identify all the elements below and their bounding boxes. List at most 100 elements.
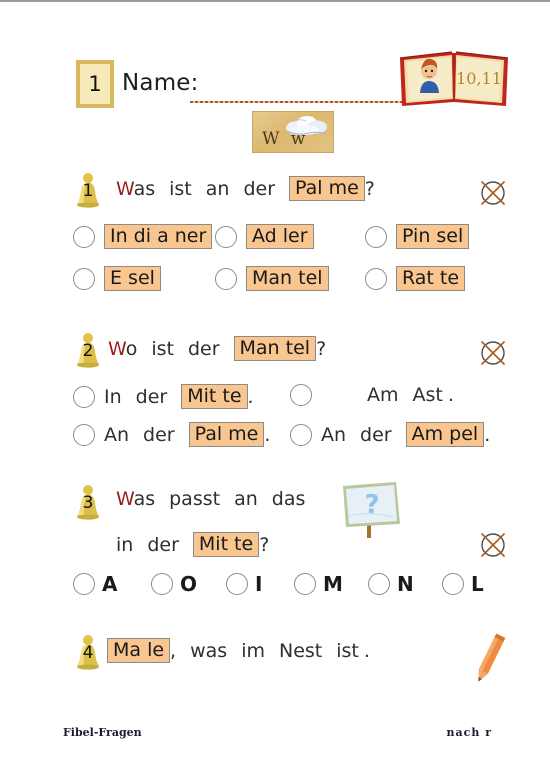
question-4-pencil-icon <box>466 632 512 688</box>
question-2-option-1-0-word-0: An <box>104 423 130 446</box>
question-1-option-1-2-label: Rat te <box>396 266 466 291</box>
question-2-option-0-1[interactable]: Am Ast . <box>290 384 454 406</box>
open-book-illustration: 10,11 <box>396 48 512 110</box>
name-label: Name: <box>122 70 199 96</box>
question-3-letter-option-3-circle[interactable] <box>294 573 316 595</box>
worksheet-header: 1 Name: 10,11 W w <box>0 2 550 153</box>
question-3-letter-option-2[interactable]: I <box>226 572 262 596</box>
question-3-prompt-line-2: in der Mit te ? <box>116 532 269 557</box>
question-3-letter-option-5-circle[interactable] <box>442 573 464 595</box>
question-2-circle-cross-icon[interactable] <box>478 338 508 368</box>
question-2-option-0-1-word-0: Am <box>367 384 399 406</box>
question-2-word-2: der <box>187 337 220 360</box>
question-1-option-0-0-circle[interactable] <box>73 225 95 248</box>
question-1-option-1-0[interactable]: E sel <box>73 266 161 291</box>
letter-card-text: W w <box>262 129 309 149</box>
question-2-option-0-1-word-1: Ast <box>412 384 443 406</box>
question-4-prompt-chip: Ma le <box>107 638 171 663</box>
question-3-line2-word-1: der <box>147 533 179 556</box>
question-3-prompt-end: ? <box>259 533 270 556</box>
name-input-line[interactable] <box>190 101 406 103</box>
question-3-letter-option-4[interactable]: N <box>368 572 414 596</box>
question-3-prompt-chip: Mit te <box>192 532 260 557</box>
question-2-option-0-0-chip: Mit te <box>181 384 248 409</box>
question-2-prompt-end: ? <box>316 337 327 360</box>
question-3-letter-option-4-circle[interactable] <box>368 573 390 595</box>
question-3-word-2: an <box>234 488 258 510</box>
question-2-option-1-1[interactable]: An der Am pel . <box>290 422 490 447</box>
question-1-option-1-1-label: Man tel <box>246 266 329 291</box>
question-1-option-0-1-circle[interactable] <box>215 225 237 248</box>
question-4-word-5: . <box>363 639 370 662</box>
question-4-word-3: Nest <box>278 639 323 662</box>
question-3-line2-word-0: in <box>116 533 134 556</box>
question-2-option-1-0-circle[interactable] <box>73 423 95 446</box>
question-1-prompt-chip: Pal me <box>289 176 365 201</box>
book-page-numbers: 10,11 <box>456 69 502 88</box>
question-2-option-1-0-chip: Pal me <box>188 422 265 447</box>
worksheet-page: 1 Name: 10,11 W w 1 Was ist an der Pal m… <box>0 0 550 769</box>
question-2-option-1-1-word-0: An <box>321 423 347 446</box>
question-1-word-3: der <box>243 177 276 200</box>
letter-card-ww: W w <box>252 111 334 153</box>
question-1-number: 1 <box>82 181 94 201</box>
question-4-number: 4 <box>82 643 94 663</box>
question-2-prompt: Wo ist der Man tel ? <box>108 336 326 361</box>
question-3-circle-cross-icon[interactable] <box>478 530 508 560</box>
question-2-number: 2 <box>82 341 94 361</box>
question-3-letter-option-2-circle[interactable] <box>226 573 248 595</box>
question-1-option-1-1[interactable]: Man tel <box>215 266 329 291</box>
question-3-letter-option-0-circle[interactable] <box>73 573 95 595</box>
question-3-word-3: das <box>271 488 306 510</box>
question-1-word-0: Was <box>116 177 156 200</box>
question-1-option-1-2[interactable]: Rat te <box>365 266 466 291</box>
question-4-pawn-icon: 4 <box>73 634 103 670</box>
question-1-option-0-1[interactable]: Ad ler <box>215 224 314 249</box>
sheet-number-badge: 1 <box>76 60 114 108</box>
question-3-letter-option-3-label: M <box>323 572 343 596</box>
question-3-letter-option-3[interactable]: M <box>294 572 343 596</box>
question-2-option-0-0-circle[interactable] <box>73 385 95 408</box>
question-3-letter-option-1-circle[interactable] <box>151 573 173 595</box>
question-1-option-0-0[interactable]: In di a ner <box>73 224 213 249</box>
question-1-word-2: an <box>205 177 230 200</box>
question-2-word-0: Wo <box>108 337 138 360</box>
question-3-word-1: passt <box>169 488 221 510</box>
question-3-word-0: Was <box>116 488 156 510</box>
svg-text:?: ? <box>364 490 379 520</box>
question-3-letter-option-0[interactable]: A <box>73 572 117 596</box>
question-1-option-1-0-circle[interactable] <box>73 267 95 290</box>
question-1-word-1: ist <box>169 177 192 200</box>
question-2-option-0-1-punct: . <box>447 384 454 406</box>
question-1-option-0-2-circle[interactable] <box>365 225 387 248</box>
question-2-option-1-1-circle[interactable] <box>290 423 312 446</box>
question-4-word-4: ist <box>336 639 359 662</box>
question-1-option-0-2[interactable]: Pin sel <box>365 224 470 249</box>
question-1-pawn-icon: 1 <box>73 172 103 208</box>
question-1-option-0-2-label: Pin sel <box>396 224 470 249</box>
question-1-option-1-2-circle[interactable] <box>365 267 387 290</box>
question-3-letter-option-1[interactable]: O <box>151 572 197 596</box>
question-2-word-1: ist <box>151 337 174 360</box>
question-1-prompt-end: ? <box>364 177 375 200</box>
question-1-circle-cross-icon[interactable] <box>478 178 508 208</box>
question-2-option-1-0[interactable]: An der Pal me . <box>73 422 270 447</box>
question-2-option-0-0[interactable]: In der Mit te . <box>73 384 254 409</box>
question-3-letter-option-5-label: L <box>471 572 484 596</box>
question-2-option-1-1-chip: Am pel <box>405 422 485 447</box>
question-2-option-1-1-punct: . <box>484 423 491 446</box>
question-sign-icon: ? <box>338 480 404 542</box>
question-2-option-0-0-word-0: In <box>104 385 122 408</box>
question-1-prompt: Was ist an der Pal me ? <box>116 176 375 201</box>
question-4-word-0: , <box>170 639 177 662</box>
question-4-prompt: Ma le , was im Nest ist . <box>107 638 370 663</box>
question-3-letter-option-2-label: I <box>255 572 263 596</box>
footer-left-text: Fibel-Fragen <box>63 726 142 739</box>
question-4-word-1: was <box>190 639 228 662</box>
question-3-letter-option-1-label: O <box>180 572 198 596</box>
question-2-option-0-1-circle[interactable] <box>290 384 312 406</box>
question-4-word-2: im <box>241 639 265 662</box>
question-3-letter-option-5[interactable]: L <box>442 572 484 596</box>
question-3-letter-option-4-label: N <box>397 572 414 596</box>
question-1-option-1-1-circle[interactable] <box>215 267 237 290</box>
